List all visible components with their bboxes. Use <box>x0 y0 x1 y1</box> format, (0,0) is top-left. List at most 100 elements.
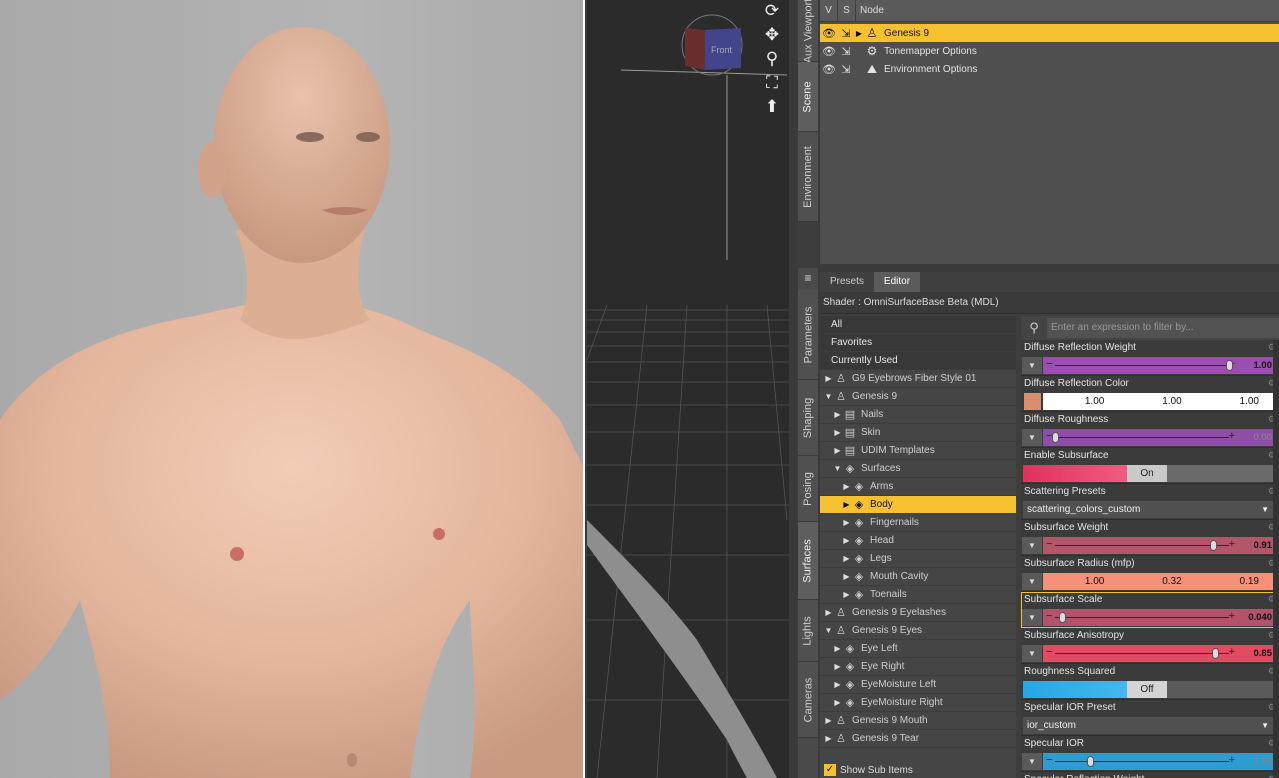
dropdown-arrow-icon[interactable]: ▼ <box>1022 753 1042 770</box>
color-channel[interactable]: 0.32 <box>1120 573 1197 590</box>
tab-scene[interactable]: Scene <box>798 62 818 132</box>
zoom-icon[interactable]: ⚲ <box>761 48 783 70</box>
slider-knob[interactable] <box>1086 756 1094 767</box>
expand-arrow-icon[interactable]: ▶ <box>854 29 864 38</box>
tree-item-eyemoisture-left[interactable]: ▶ ◈ EyeMoisture Left <box>820 676 1016 694</box>
dropdown-arrow-icon[interactable]: ▼ <box>1022 645 1042 662</box>
eye-icon[interactable]: 👁 <box>820 45 838 58</box>
color-channel[interactable]: 1.00 <box>1043 573 1120 590</box>
tree-item-favorites[interactable]: Favorites <box>820 334 1016 352</box>
dropdown-arrow-icon[interactable]: ▼ <box>1022 357 1042 374</box>
scene-node-row[interactable]: 👁 ⇲ ⛰ Environment Options <box>820 60 1279 78</box>
select-arrow-icon[interactable]: ⇲ <box>838 63 854 76</box>
tree-item-toenails[interactable]: ▶ ◈ Toenails <box>820 586 1016 604</box>
slider-value[interactable]: 0.040 <box>1248 612 1272 623</box>
tree-item-eye-left[interactable]: ▶ ◈ Eye Left <box>820 640 1016 658</box>
expand-arrow-icon[interactable]: ▶ <box>842 586 851 604</box>
color-channel[interactable]: 1.00 <box>1198 393 1275 410</box>
pane-splitter[interactable] <box>820 264 1279 272</box>
dropdown-arrow-icon[interactable]: ▼ <box>1022 609 1042 626</box>
expand-arrow-icon[interactable]: ▶ <box>842 478 851 496</box>
tree-item-legs[interactable]: ▶ ◈ Legs <box>820 550 1016 568</box>
value-slider[interactable]: −+1.00 <box>1043 357 1275 374</box>
frame-icon[interactable]: ⛶ <box>761 72 783 94</box>
tree-item-eye-right[interactable]: ▶ ◈ Eye Right <box>820 658 1016 676</box>
increment-icon[interactable]: + <box>1229 538 1235 550</box>
expand-arrow-icon[interactable]: ▶ <box>824 604 833 622</box>
color-channel[interactable]: 1.00 <box>1120 393 1197 410</box>
expand-arrow-icon[interactable]: ▶ <box>833 694 842 712</box>
scene-node-row[interactable]: 👁 ⇲ ⚙ Tonemapper Options <box>820 42 1279 60</box>
collapse-arrow-icon[interactable]: ▼ <box>824 622 833 640</box>
expand-arrow-icon[interactable]: ▶ <box>824 730 833 748</box>
tree-item-genesis-9-eyes[interactable]: ▼ ♙ Genesis 9 Eyes <box>820 622 1016 640</box>
tree-item-mouth-cavity[interactable]: ▶ ◈ Mouth Cavity <box>820 568 1016 586</box>
slider-value[interactable]: 1.50 <box>1254 756 1273 767</box>
col-selectable[interactable]: S <box>838 0 856 21</box>
select-arrow-icon[interactable]: ⇲ <box>838 27 854 40</box>
preset-select[interactable]: scattering_colors_custom ▼ <box>1023 501 1275 518</box>
expand-arrow-icon[interactable]: ▶ <box>842 568 851 586</box>
value-slider[interactable]: − +0.00 <box>1043 429 1275 446</box>
decrement-icon[interactable]: − <box>1046 646 1052 658</box>
view-cube[interactable]: Front <box>681 14 743 76</box>
slider-knob[interactable] <box>1212 648 1220 659</box>
collapse-arrow-icon[interactable]: ▼ <box>824 388 833 406</box>
expand-arrow-icon[interactable]: ▶ <box>842 550 851 568</box>
color-channel[interactable]: 0.19 <box>1198 573 1275 590</box>
tree-item-genesis-9[interactable]: ▼ ♙ Genesis 9 <box>820 388 1016 406</box>
decrement-icon[interactable]: − <box>1046 610 1052 622</box>
slider-knob[interactable] <box>1052 432 1059 443</box>
move-icon[interactable]: ✥ <box>761 24 783 46</box>
increment-icon[interactable]: + <box>1229 646 1235 658</box>
expand-arrow-icon[interactable]: ▶ <box>833 640 842 658</box>
tab-posing[interactable]: Posing <box>798 456 818 522</box>
expand-arrow-icon[interactable]: ▶ <box>833 658 842 676</box>
color-values[interactable]: 1.00 0.32 0.19 <box>1043 573 1275 590</box>
tab-shaping[interactable]: Shaping <box>798 380 818 456</box>
tab-parameters[interactable]: Parameters <box>798 290 818 380</box>
col-node[interactable]: Node <box>856 0 1279 21</box>
filter-input[interactable]: Enter an expression to filter by... <box>1047 318 1279 338</box>
tree-item-all[interactable]: All <box>820 316 1016 334</box>
expand-arrow-icon[interactable]: ▶ <box>842 532 851 550</box>
col-visible[interactable]: V <box>820 0 838 21</box>
show-sub-items-checkbox[interactable]: ✓ Show Sub Items <box>824 764 913 776</box>
tab-lights[interactable]: Lights <box>798 600 818 662</box>
expand-arrow-icon[interactable]: ▶ <box>833 442 842 460</box>
tree-item-skin[interactable]: ▶ ▤ Skin <box>820 424 1016 442</box>
tab-editor[interactable]: Editor <box>873 272 921 292</box>
tree-item-genesis-9-eyelashes[interactable]: ▶ ♙ Genesis 9 Eyelashes <box>820 604 1016 622</box>
tree-item-arms[interactable]: ▶ ◈ Arms <box>820 478 1016 496</box>
expand-arrow-icon[interactable]: ▶ <box>833 676 842 694</box>
slider-knob[interactable] <box>1226 360 1233 371</box>
value-slider[interactable]: − +0.91 <box>1043 537 1275 554</box>
expand-arrow-icon[interactable]: ▶ <box>842 514 851 532</box>
menu-icon[interactable]: ≡ <box>798 268 818 288</box>
tree-item-head[interactable]: ▶ ◈ Head <box>820 532 1016 550</box>
collapse-arrow-icon[interactable]: ▼ <box>833 460 842 478</box>
tree-item-genesis-9-mouth[interactable]: ▶ ♙ Genesis 9 Mouth <box>820 712 1016 730</box>
scrollbar[interactable] <box>1273 340 1279 778</box>
decrement-icon[interactable]: − <box>1046 754 1052 766</box>
orbit-icon[interactable]: ⟳ <box>761 0 783 22</box>
value-slider[interactable]: − +0.040 <box>1043 609 1275 626</box>
up-arrow-icon[interactable]: ⬆ <box>761 96 783 118</box>
tree-item-body[interactable]: ▶ ◈ Body <box>820 496 1016 514</box>
increment-icon[interactable]: + <box>1229 610 1235 622</box>
expand-arrow-icon[interactable]: ▶ <box>824 712 833 730</box>
slider-value[interactable]: 0.91 <box>1254 540 1273 551</box>
toggle-switch[interactable]: Off <box>1023 681 1275 698</box>
slider-value[interactable]: 0.85 <box>1254 648 1273 659</box>
expand-arrow-icon[interactable]: ▶ <box>833 424 842 442</box>
tab-surfaces[interactable]: Surfaces <box>798 522 818 600</box>
tree-item-currently-used[interactable]: Currently Used <box>820 352 1016 370</box>
expand-arrow-icon[interactable]: ▶ <box>842 496 851 514</box>
tree-item-nails[interactable]: ▶ ▤ Nails <box>820 406 1016 424</box>
tab-presets[interactable]: Presets <box>820 272 874 292</box>
dropdown-arrow-icon[interactable]: ▼ <box>1022 537 1042 554</box>
3d-viewport[interactable]: Front ⟳ ✥ ⚲ ⛶ ⬆ <box>587 0 789 778</box>
scene-node-row[interactable]: 👁 ⇲ ▶ ♙ Genesis 9 <box>820 24 1279 42</box>
tree-item-udim-templates[interactable]: ▶ ▤ UDIM Templates <box>820 442 1016 460</box>
value-slider[interactable]: − +1.50 <box>1043 753 1275 770</box>
